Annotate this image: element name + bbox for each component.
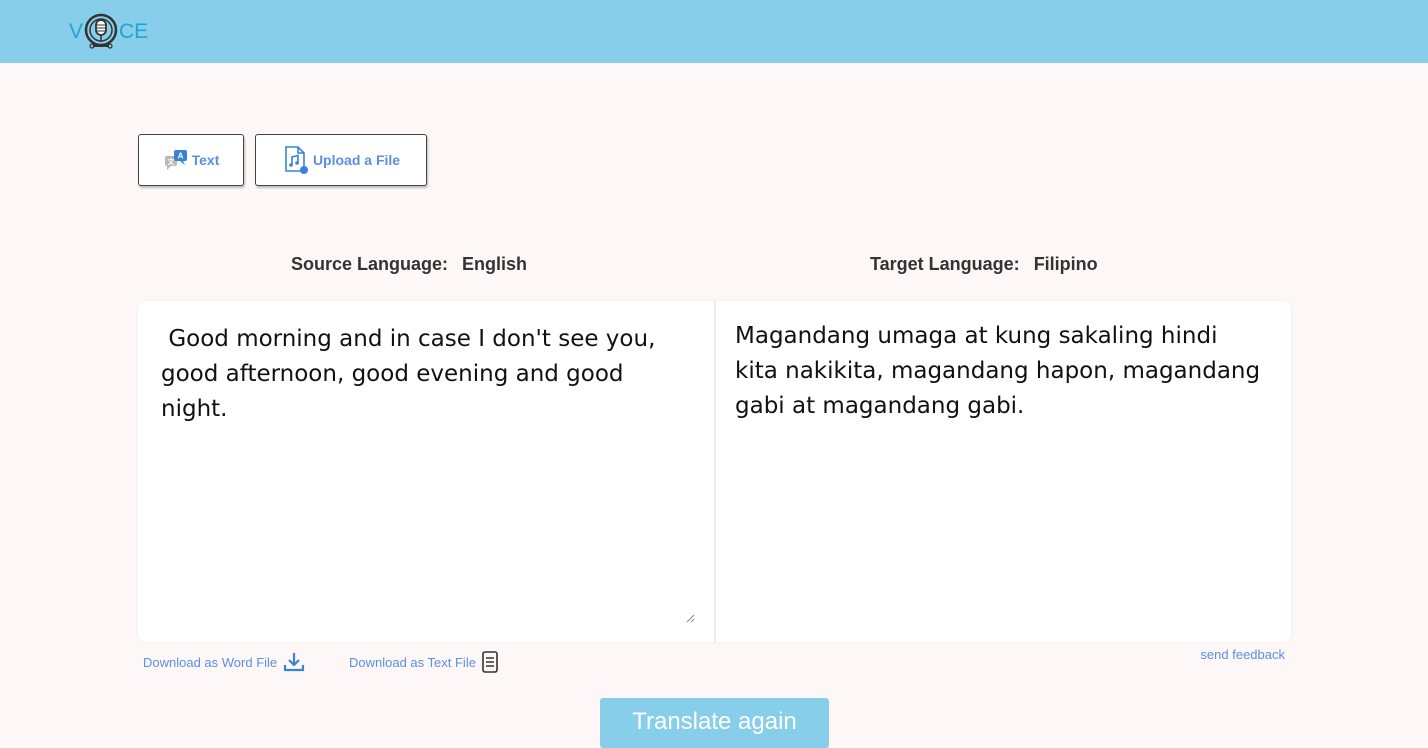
voice-logo[interactable]: V CE xyxy=(69,12,148,52)
audio-file-icon xyxy=(285,146,308,174)
translated-text-output: Magandang umaga at kung sakaling hindi k… xyxy=(735,323,1261,419)
download-text-file-link[interactable]: Download as Text File xyxy=(349,650,499,674)
text-translate-icon: A 文 xyxy=(164,150,187,170)
target-language-label: Target Language: xyxy=(870,254,1020,274)
source-language-label: Source Language: xyxy=(291,254,449,274)
svg-text:文: 文 xyxy=(167,157,175,166)
panel-divider xyxy=(714,301,716,642)
target-language-value[interactable]: Filipino xyxy=(1034,254,1098,274)
upload-file-button[interactable]: Upload a File xyxy=(255,134,427,186)
svg-text:A: A xyxy=(177,152,183,161)
microphone-logo-icon xyxy=(84,13,118,49)
download-icon xyxy=(284,653,305,672)
target-language: Target Language: Filipino xyxy=(870,254,1098,275)
resize-handle-icon[interactable] xyxy=(685,613,695,623)
download-text-label: Download as Text File xyxy=(349,654,476,670)
source-text-input[interactable]: Good morning and in case I don't see you… xyxy=(161,322,691,427)
translate-again-button[interactable]: Translate again xyxy=(600,698,829,748)
document-icon xyxy=(482,651,498,673)
download-word-file-link[interactable]: Download as Word File xyxy=(143,650,306,674)
send-feedback-link[interactable]: send feedback xyxy=(1200,647,1285,662)
upload-file-label: Upload a File xyxy=(312,152,401,168)
download-word-label: Download as Word File xyxy=(143,654,278,670)
source-language-value[interactable]: English xyxy=(462,254,527,274)
source-language: Source Language: English xyxy=(291,254,527,275)
logo-letters-ce: CE xyxy=(119,20,149,43)
text-mode-label: Text xyxy=(191,152,220,168)
top-bar xyxy=(0,0,1428,63)
text-mode-button[interactable]: A 文 Text xyxy=(138,134,244,186)
logo-letter-v: V xyxy=(69,20,84,43)
